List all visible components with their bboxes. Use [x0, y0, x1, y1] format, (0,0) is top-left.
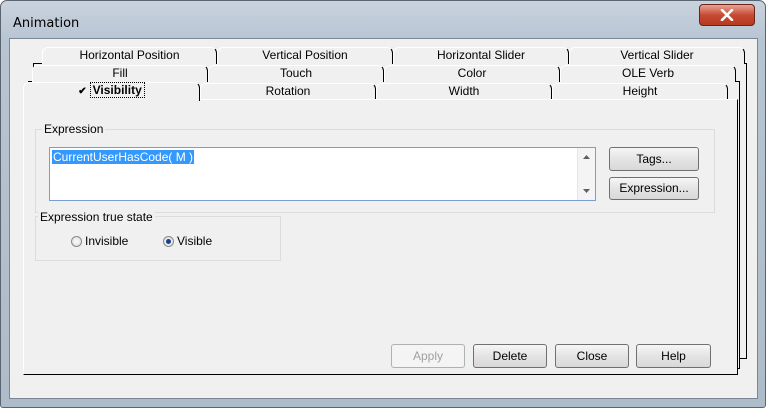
expression-value: CurrentUserHasCode( M ) [52, 150, 195, 164]
tab-rotation[interactable]: Rotation [200, 83, 376, 100]
expression-button[interactable]: Expression... [609, 177, 699, 200]
expression-textarea[interactable]: CurrentUserHasCode( M ) [49, 147, 596, 201]
expression-scrollbar[interactable] [577, 148, 595, 200]
radio-visible-label: Visible [177, 234, 213, 248]
close-x-icon [720, 9, 734, 21]
radio-visible-circle[interactable] [163, 235, 174, 247]
tab-touch[interactable]: Touch [208, 65, 384, 82]
apply-button[interactable]: Apply [391, 344, 465, 368]
tab-color[interactable]: Color [384, 65, 560, 82]
tab-horizontal-position[interactable]: Horizontal Position [42, 47, 217, 64]
expression-group-label: Expression [42, 122, 106, 136]
tags-button[interactable]: Tags... [609, 147, 699, 171]
arrow-up-icon[interactable] [578, 150, 595, 164]
true-state-group-label: Expression true state [38, 210, 155, 224]
tab-visibility[interactable]: ✔ Visibility [23, 82, 200, 101]
tab-horizontal-slider[interactable]: Horizontal Slider [393, 47, 569, 64]
radio-invisible[interactable]: Invisible [71, 234, 128, 248]
arrow-down-icon[interactable] [578, 184, 595, 198]
radio-invisible-label: Invisible [85, 234, 129, 248]
tab-vertical-slider[interactable]: Vertical Slider [569, 47, 745, 64]
delete-button[interactable]: Delete [473, 344, 547, 368]
tab-height[interactable]: Height [552, 83, 728, 100]
tab-vertical-position[interactable]: Vertical Position [217, 47, 393, 64]
tab-visibility-label: Visibility [89, 82, 145, 98]
window-title: Animation [13, 16, 80, 31]
help-button[interactable]: Help [636, 344, 711, 368]
dialog-window: Animation Horizontal Position Vertical P… [0, 0, 766, 408]
tab-width[interactable]: Width [376, 83, 552, 100]
check-icon: ✔ [78, 86, 87, 97]
close-window-button[interactable] [699, 4, 755, 26]
tab-fill[interactable]: Fill [32, 65, 208, 82]
close-button[interactable]: Close [555, 344, 629, 368]
radio-visible[interactable]: Visible [163, 234, 212, 248]
radio-invisible-circle[interactable] [71, 235, 82, 247]
tab-ole-verb[interactable]: OLE Verb [560, 65, 736, 82]
